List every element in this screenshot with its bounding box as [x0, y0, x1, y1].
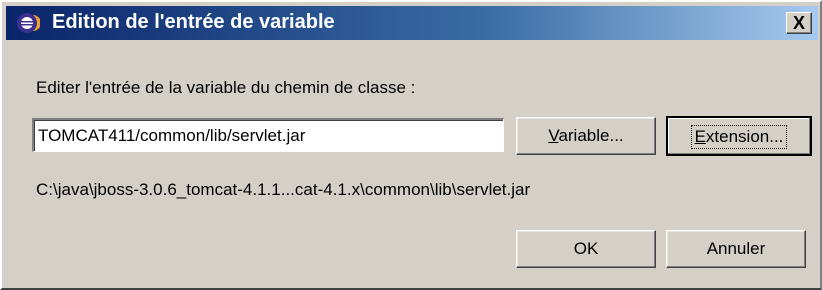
- variable-button[interactable]: Variable...: [516, 117, 656, 155]
- window-title: Edition de l'entrée de variable: [52, 11, 335, 33]
- focus-rect: Extension...: [690, 125, 788, 149]
- cancel-button[interactable]: Annuler: [666, 230, 806, 268]
- ok-button[interactable]: OK: [516, 230, 656, 268]
- variable-label: ariable...: [558, 126, 624, 145]
- close-button[interactable]: X: [786, 12, 812, 34]
- variable-path-input[interactable]: [32, 118, 504, 152]
- close-icon: X: [792, 13, 805, 33]
- extension-mnemonic: E: [694, 127, 706, 146]
- title-bar[interactable]: Edition de l'entrée de variable X: [6, 6, 818, 40]
- extension-label: xtension...: [705, 127, 784, 146]
- eclipse-icon: [17, 13, 40, 33]
- extension-button[interactable]: Extension...: [666, 116, 812, 156]
- edit-variable-dialog: Edition de l'entrée de variable X Editer…: [0, 0, 822, 290]
- variable-mnemonic: V: [548, 126, 559, 145]
- resolved-path-text: C:\java\jboss-3.0.6_tomcat-4.1.1...cat-4…: [36, 180, 531, 199]
- prompt-label: Editer l'entrée de la variable du chemin…: [36, 78, 416, 97]
